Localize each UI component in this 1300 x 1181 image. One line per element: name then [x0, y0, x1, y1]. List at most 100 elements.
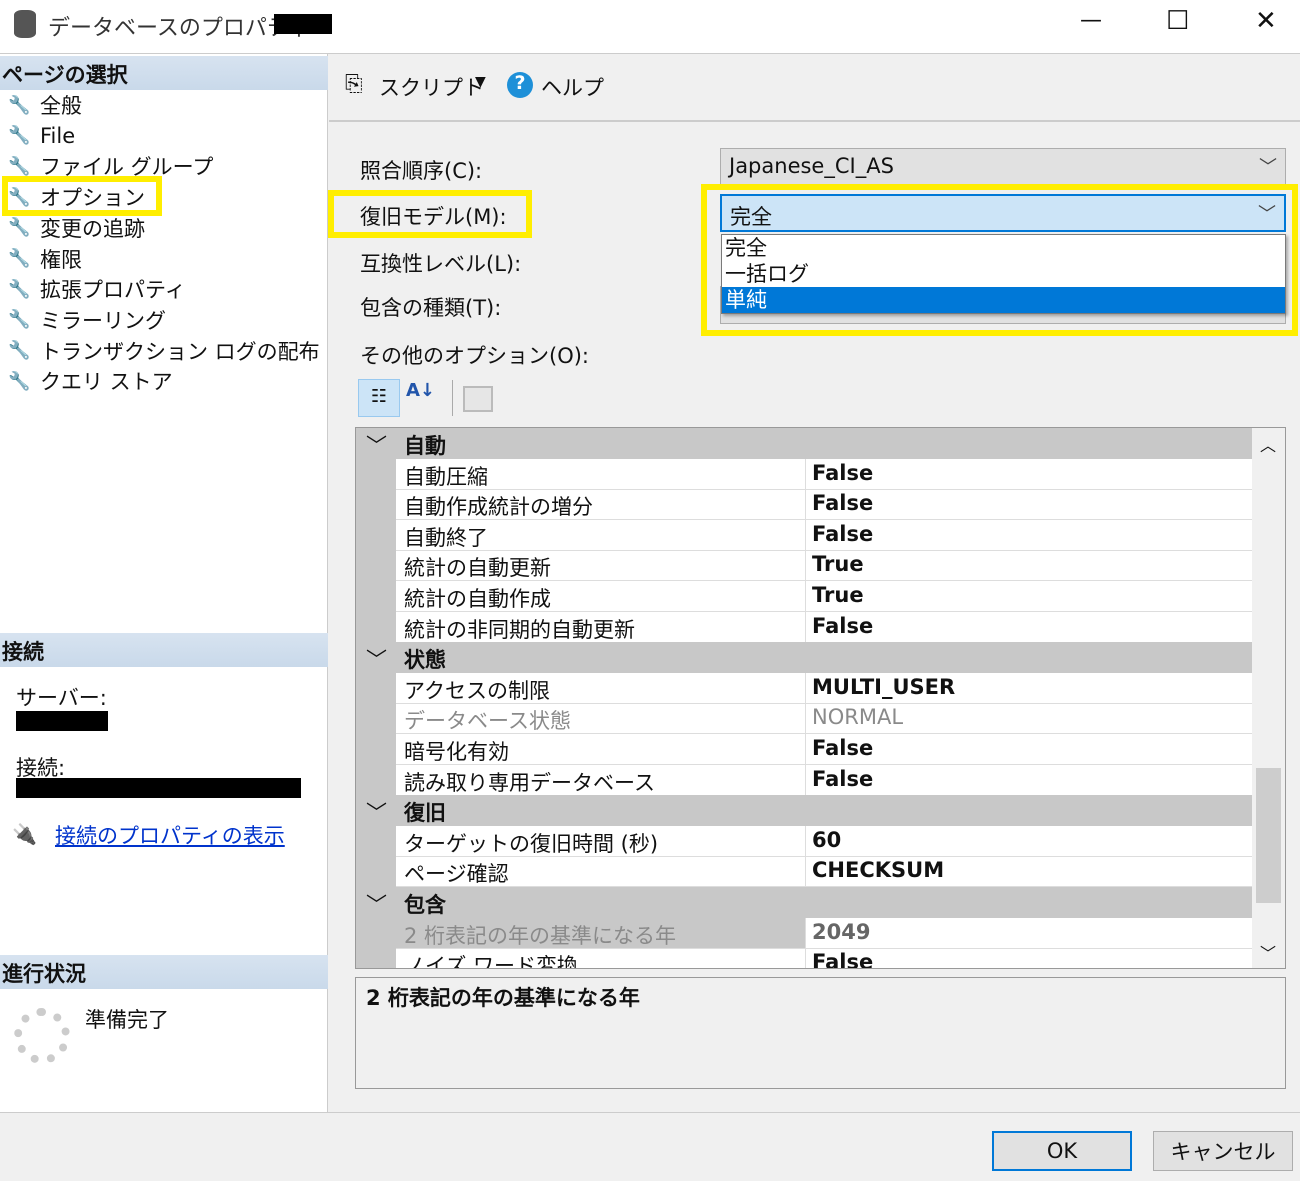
wrench-icon: 🔧 [8, 248, 31, 269]
cancel-button[interactable]: キャンセル [1153, 1131, 1293, 1171]
highlight-recovery-label [328, 190, 532, 238]
property-name: 自動終了 [396, 519, 806, 551]
property-row[interactable]: ページ確認 CHECKSUM [356, 856, 1253, 888]
property-name: 統計の自動作成 [396, 581, 806, 612]
property-row[interactable]: 統計の自動作成 True [356, 581, 1253, 612]
property-value[interactable]: MULTI_USER [806, 673, 1253, 704]
sidebar-item[interactable]: 🔧 変更の追跡 [8, 213, 145, 243]
database-icon [14, 10, 36, 38]
sidebar-item[interactable]: 🔧 File [8, 121, 75, 151]
collation-select[interactable]: Japanese_CI_AS ﹀ [720, 148, 1286, 186]
categorized-view-icon[interactable]: ☷ [358, 379, 400, 417]
property-value[interactable]: NORMAL [806, 703, 1253, 735]
row-margin [356, 550, 396, 582]
toolbar: ⎘ スクリプト ▼ ? ヘルプ [329, 54, 1300, 122]
property-row[interactable]: 暗号化有効 False [356, 734, 1253, 765]
chevron-down-icon[interactable]: ﹀ [366, 889, 387, 919]
select-page-header: ページの選択 [0, 56, 328, 90]
property-value[interactable]: False [806, 765, 1253, 796]
property-row[interactable]: 統計の自動更新 True [356, 550, 1253, 582]
scroll-thumb[interactable] [1256, 768, 1281, 903]
view-connection-properties-link[interactable]: 接続のプロパティの表示 [55, 820, 285, 850]
scroll-down-icon[interactable]: ﹀ [1260, 940, 1276, 964]
property-name: 統計の自動更新 [396, 550, 806, 582]
row-margin [356, 458, 396, 490]
property-row[interactable]: 統計の非同期的自動更新 False [356, 611, 1253, 643]
sidebar-item-label: トランザクション ログの配布 [40, 339, 320, 364]
property-value[interactable]: False [806, 489, 1253, 521]
collation-value: Japanese_CI_AS [729, 154, 894, 178]
script-dropdown-icon[interactable]: ▼ [475, 74, 486, 90]
property-value[interactable]: True [806, 581, 1253, 612]
description-pane: 2 桁表記の年の基準になる年 [355, 977, 1286, 1089]
property-value[interactable]: False [806, 948, 1253, 968]
property-name: 自動圧縮 [396, 458, 806, 490]
property-value[interactable]: False [806, 520, 1253, 551]
sidebar-item[interactable]: 🔧 拡張プロパティ [8, 274, 186, 304]
property-value[interactable]: 60 [806, 826, 1253, 857]
sidebar-item[interactable]: 🔧 ミラーリング [8, 305, 166, 335]
row-margin [356, 917, 396, 949]
category-row[interactable]: ﹀ 自動 [356, 428, 1253, 459]
sidebar-item[interactable]: 🔧 トランザクション ログの配布 [8, 336, 320, 366]
property-name: 自動作成統計の増分 [396, 489, 806, 521]
sidebar-item-label: 変更の追跡 [40, 216, 145, 241]
wrench-icon: 🔧 [8, 155, 31, 177]
property-value[interactable]: CHECKSUM [806, 856, 1253, 888]
category-label: 状態 [404, 648, 446, 673]
row-margin [356, 734, 396, 765]
sidebar-item-label: ミラーリング [40, 308, 166, 333]
chevron-down-icon[interactable]: ﹀ [366, 644, 387, 674]
sidebar-item[interactable]: 🔧 権限 [8, 244, 82, 274]
property-row[interactable]: 読み取り専用データベース False [356, 764, 1253, 796]
connection-header: 接続 [0, 633, 328, 667]
property-row[interactable]: ターゲットの復旧時間 (秒) 60 [356, 825, 1253, 857]
help-button[interactable]: ヘルプ [541, 72, 604, 102]
property-value[interactable]: False [806, 734, 1253, 765]
compat-level-label: 互換性レベル(L): [360, 252, 522, 276]
property-name: アクセスの制限 [396, 672, 806, 704]
property-value[interactable]: False [806, 459, 1253, 490]
property-name: 統計の非同期的自動更新 [396, 611, 806, 643]
sidebar-item[interactable]: 🔧 クエリ ストア [8, 366, 173, 396]
property-row[interactable]: 自動作成統計の増分 False [356, 489, 1253, 521]
property-name: ターゲットの復旧時間 (秒) [396, 825, 806, 857]
property-row[interactable]: 自動圧縮 False [356, 458, 1253, 490]
property-name: ページ確認 [396, 856, 806, 888]
property-value[interactable]: True [806, 550, 1253, 582]
chevron-down-icon[interactable]: ﹀ [366, 797, 387, 827]
category-row[interactable]: ﹀ 復旧 [356, 795, 1253, 827]
chevron-down-icon[interactable]: ﹀ [366, 430, 387, 460]
property-row[interactable]: 自動終了 False [356, 519, 1253, 551]
plug-icon: 🔌 [12, 822, 37, 846]
sidebar-item[interactable]: 🔧 全般 [8, 90, 82, 120]
close-button[interactable]: ✕ [1255, 6, 1277, 36]
property-name: ノイズ ワード変換 [396, 948, 806, 968]
script-button[interactable]: スクリプト [379, 72, 484, 102]
sidebar-item-label: 権限 [40, 247, 82, 272]
property-row[interactable]: 2 桁表記の年の基準になる年 2049 [356, 917, 1253, 949]
scroll-up-icon[interactable]: ︿ [1260, 432, 1276, 456]
property-row[interactable]: ノイズ ワード変換 False [356, 948, 1253, 968]
alphabetical-sort-icon[interactable]: A↓ [406, 380, 435, 401]
progress-header: 進行状況 [0, 955, 328, 989]
property-name: データベース状態 [396, 703, 806, 735]
other-options-label: その他のオプション(O): [360, 344, 589, 368]
property-row[interactable]: データベース状態 NORMAL [356, 703, 1253, 735]
highlight-options [2, 176, 162, 216]
wrench-icon: 🔧 [8, 309, 31, 331]
wrench-icon: 🔧 [8, 217, 31, 239]
property-row[interactable]: アクセスの制限 MULTI_USER [356, 672, 1253, 704]
property-value[interactable]: False [806, 612, 1253, 643]
ok-button[interactable]: OK [992, 1131, 1132, 1171]
maximize-button[interactable]: ☐ [1166, 6, 1189, 36]
redacted-server [16, 711, 108, 731]
property-value[interactable]: 2049 [806, 918, 1253, 949]
scrollbar[interactable]: ︿ ﹀ [1252, 428, 1285, 968]
category-label: 包含 [404, 893, 446, 917]
property-grid: ﹀ 自動 自動圧縮 False 自動作成統計の増分 False 自動終了 False 統計の自動… [355, 427, 1286, 969]
category-row[interactable]: ﹀ 包含 [356, 887, 1253, 918]
category-row[interactable]: ﹀ 状態 [356, 642, 1253, 674]
sidebar-item-label: 全般 [40, 94, 82, 118]
minimize-button[interactable]: — [1080, 8, 1102, 33]
